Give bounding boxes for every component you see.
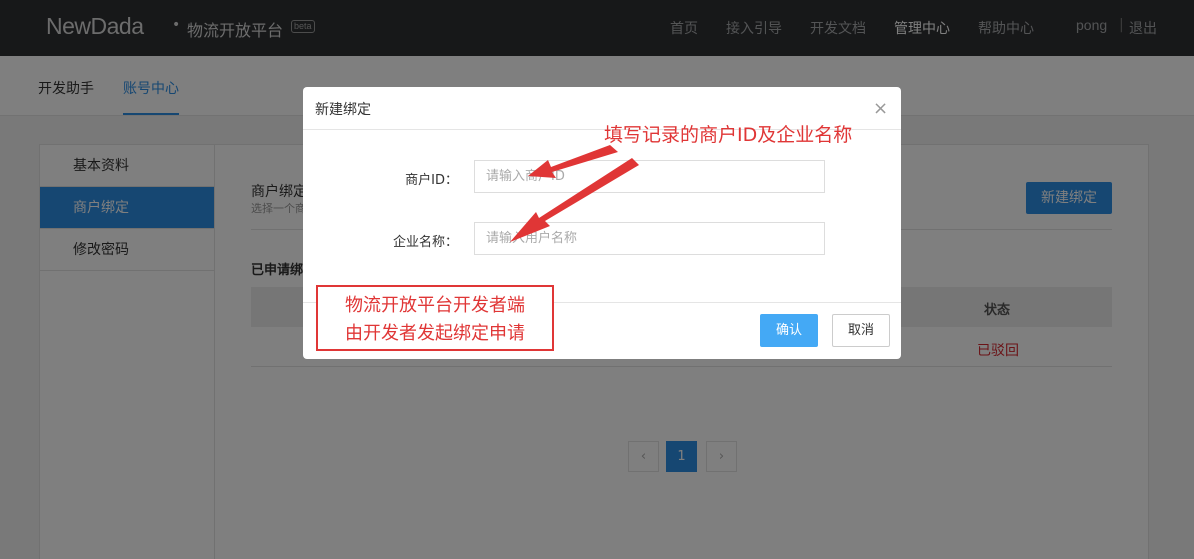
cancel-button[interactable]: 取消 (832, 314, 890, 347)
company-name-label: 企业名称： (392, 235, 458, 250)
company-name-input[interactable] (474, 222, 825, 255)
merchant-id-input[interactable] (474, 160, 825, 193)
dialog-title: 新建绑定 (315, 102, 371, 118)
annotation-box-line-1: 物流开放平台开发者端 (345, 295, 525, 316)
annotation-box-line-2: 由开发者发起绑定申请 (345, 323, 525, 344)
annotation-developer-note-box: 物流开放平台开发者端 由开发者发起绑定申请 (316, 285, 554, 351)
confirm-button[interactable]: 确认 (760, 314, 818, 347)
merchant-id-label: 商户ID： (405, 173, 458, 188)
annotation-fill-in-note: 填写记录的商户ID及企业名称 (604, 124, 853, 146)
close-icon[interactable]: × (873, 100, 888, 118)
